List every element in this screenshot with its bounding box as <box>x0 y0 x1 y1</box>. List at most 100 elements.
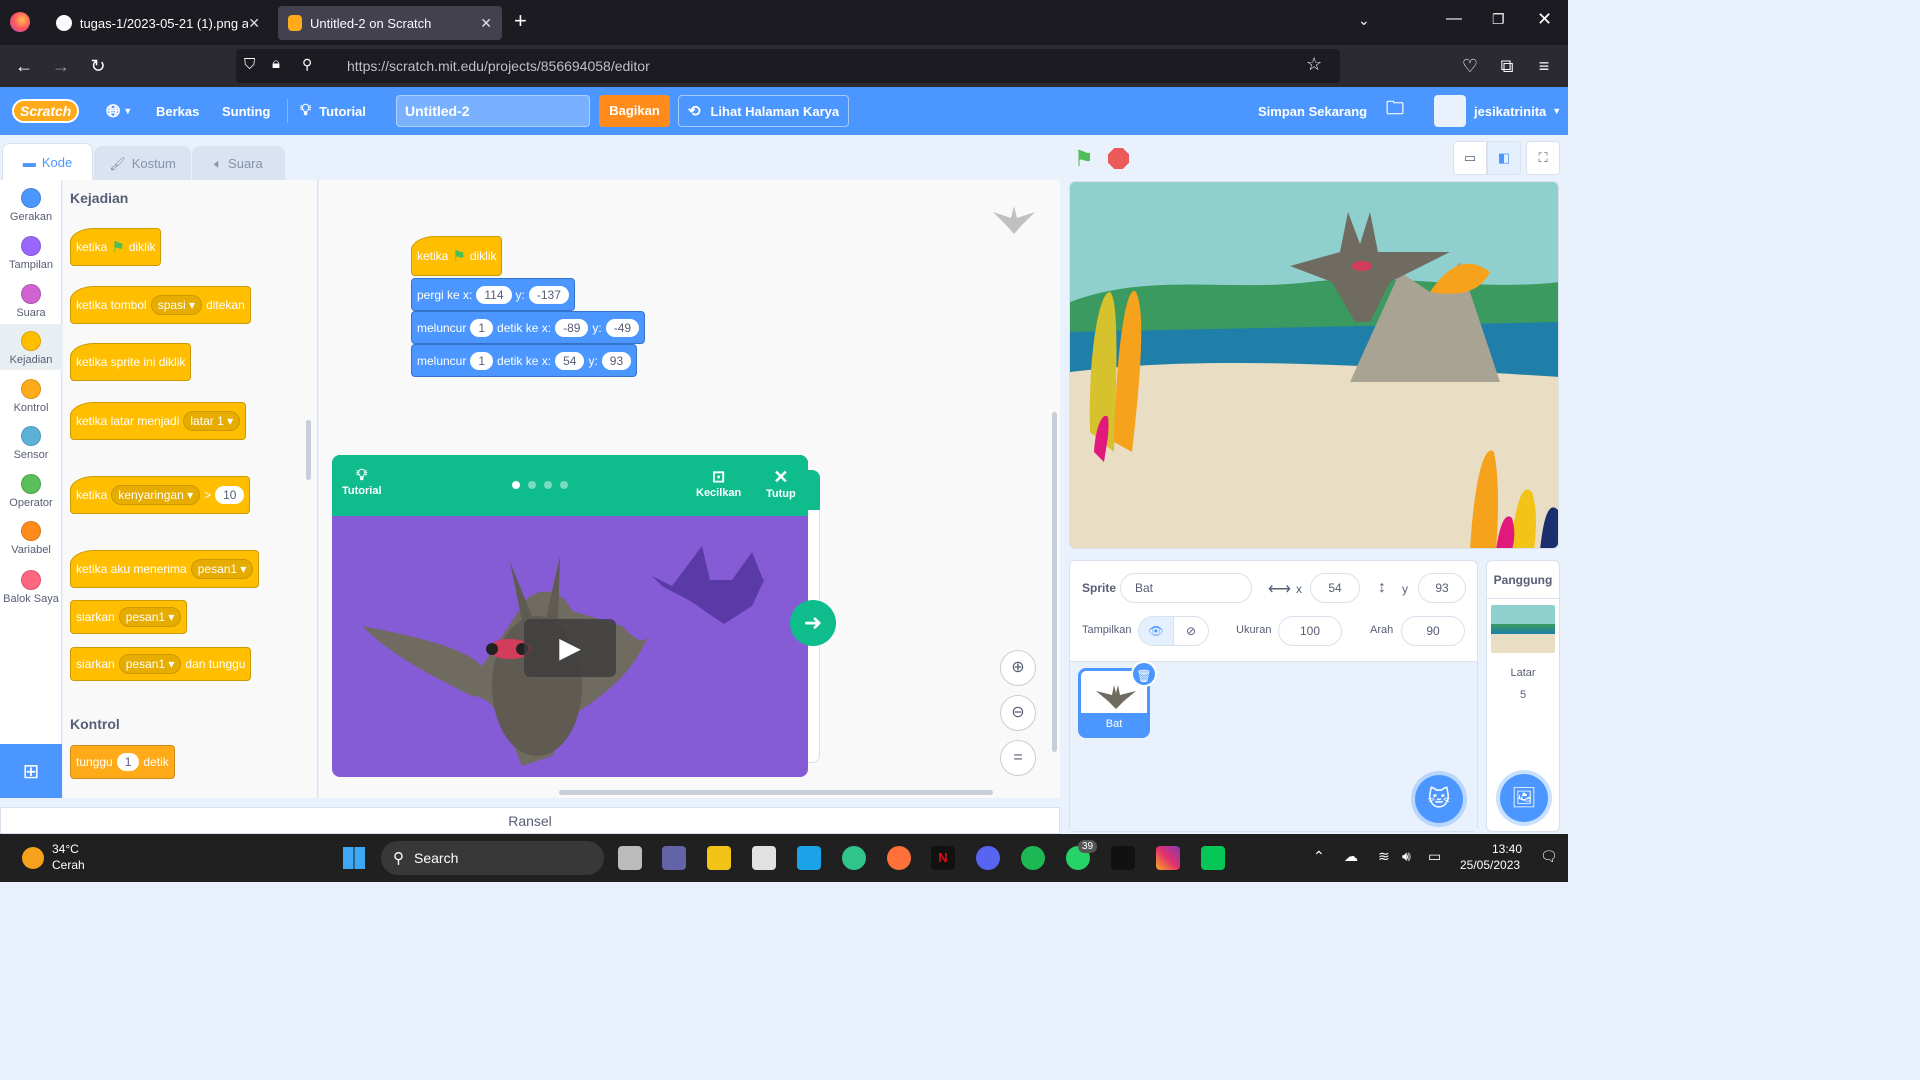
block-broadcast[interactable]: siarkan pesan1 ▾ <box>70 600 188 634</box>
message-dropdown[interactable]: pesan1 ▾ <box>118 654 182 674</box>
script-glide-1[interactable]: meluncur 1 detik ke x: -89 y: -49 <box>411 311 646 344</box>
key-dropdown[interactable]: spasi ▾ <box>150 295 203 315</box>
step-dot[interactable] <box>560 481 568 489</box>
sprite-tile-bat[interactable]: Bat 🗑︎ <box>1078 661 1157 738</box>
netflix-icon[interactable]: N <box>931 846 955 870</box>
stop-button[interactable] <box>1108 148 1129 169</box>
discord-icon[interactable] <box>976 846 1000 870</box>
show-sprite-button[interactable]: 👁︎ <box>1138 616 1174 646</box>
language-menu[interactable]: 🌐︎ ▼ <box>106 87 132 135</box>
category-control[interactable]: Kontrol <box>0 379 62 414</box>
minimize-button[interactable]: — <box>1446 10 1462 28</box>
y-input[interactable]: -49 <box>605 318 640 337</box>
url-bar[interactable]: ⛉ 🔒︎ ⚲ https://scratch.mit.edu/projects/… <box>236 49 1340 83</box>
zoom-reset-button[interactable]: = <box>1000 740 1036 776</box>
save-now-button[interactable]: Simpan Sekarang <box>1258 87 1367 135</box>
close-tutorial-button[interactable]: ✕ Tutup <box>766 467 796 500</box>
y-input[interactable]: -137 <box>528 285 569 304</box>
seconds-input[interactable]: 1 <box>470 318 494 337</box>
extensions-icon[interactable]: ⧉ <box>1489 45 1525 87</box>
tiktok-icon[interactable] <box>1111 846 1135 870</box>
share-button[interactable]: Bagikan <box>599 95 670 127</box>
block-when-loudness-greater[interactable]: ketika kenyaringan ▾ >10 <box>70 476 251 514</box>
block-when-backdrop-switches[interactable]: ketika latar menjadi latar 1 ▾ <box>70 402 247 440</box>
list-tabs-icon[interactable]: ⌄ <box>1358 12 1370 29</box>
zoom-in-button[interactable]: ⊕ <box>1000 650 1036 686</box>
block-when-receive[interactable]: ketika aku menerima pesan1 ▾ <box>70 550 260 588</box>
script-when-flag-clicked[interactable]: ketika ⚑ diklik <box>411 236 503 276</box>
choose-backdrop-button[interactable]: 🖼︎ <box>1500 774 1548 822</box>
shrink-button[interactable]: ⊡ Kecilkan <box>696 467 741 499</box>
permissions-icon[interactable]: ⚲ <box>302 56 312 73</box>
tutorial-button[interactable]: 💡︎ Tutorial <box>342 467 382 497</box>
sprite-name-input[interactable]: Bat <box>1120 573 1252 603</box>
spotify-icon[interactable] <box>1021 846 1045 870</box>
tab-costume[interactable]: 🖌︎ Kostum <box>94 146 191 181</box>
weather-sun-icon[interactable] <box>22 847 44 869</box>
clock-time[interactable]: 13:40 <box>1492 842 1522 856</box>
firefox-icon[interactable] <box>10 12 30 32</box>
category-events[interactable]: Kejadian <box>0 331 62 366</box>
value-input[interactable]: 1 <box>116 753 140 771</box>
x-input[interactable]: 54 <box>555 351 585 370</box>
category-motion[interactable]: Gerakan <box>0 188 62 223</box>
script-goto-xy[interactable]: pergi ke x: 114 y: -137 <box>411 278 575 311</box>
message-dropdown[interactable]: pesan1 ▾ <box>118 607 182 627</box>
tutorial-menu[interactable]: 💡︎ Tutorial <box>300 87 366 135</box>
browser-tab-scratch[interactable]: Untitled-2 on Scratch ✕ <box>278 6 502 40</box>
my-stuff-folder-icon[interactable]: 🗀︎ <box>1386 87 1404 135</box>
firefox-taskbar-icon[interactable] <box>887 846 911 870</box>
delete-sprite-button[interactable]: 🗑︎ <box>1131 661 1157 687</box>
file-explorer-icon[interactable] <box>707 846 731 870</box>
seconds-input[interactable]: 1 <box>470 351 494 370</box>
scratch-logo[interactable]: Scratch <box>12 87 80 135</box>
weather-temp[interactable]: 34°C <box>52 842 79 856</box>
play-button[interactable]: ▶ <box>524 619 616 677</box>
back-arrow-icon[interactable]: ← <box>6 45 42 87</box>
script-glide-2[interactable]: meluncur 1 detik ke x: 54 y: 93 <box>411 344 638 377</box>
category-looks[interactable]: Tampilan <box>0 236 62 271</box>
hide-sprite-button[interactable]: ⊘ <box>1173 616 1209 646</box>
x-input[interactable]: 54 <box>1310 573 1360 603</box>
step-dot[interactable] <box>528 481 536 489</box>
store-icon[interactable] <box>752 846 776 870</box>
close-icon[interactable]: ✕ <box>480 15 492 32</box>
edit-menu[interactable]: Sunting <box>222 87 270 135</box>
menu-icon[interactable]: ≡ <box>1526 45 1562 87</box>
y-input[interactable]: 93 <box>601 351 632 370</box>
bookmark-star-icon[interactable]: ☆ <box>1306 54 1322 75</box>
add-extension-button[interactable]: ⊞ <box>0 744 62 798</box>
message-dropdown[interactable]: pesan1 ▾ <box>190 559 254 579</box>
category-sound[interactable]: Suara <box>0 284 62 319</box>
next-step-button[interactable]: ➜ <box>790 600 836 646</box>
window-close-button[interactable]: ✕ <box>1537 9 1552 30</box>
category-sensing[interactable]: Sensor <box>0 426 62 461</box>
reload-icon[interactable]: ↻ <box>80 45 116 87</box>
x-input[interactable]: -89 <box>555 318 589 337</box>
x-input[interactable]: 114 <box>476 285 512 304</box>
workspace-horizontal-scrollbar[interactable] <box>559 790 993 795</box>
new-tab-button[interactable]: + <box>514 8 527 34</box>
value-input[interactable]: 10 <box>215 486 245 504</box>
workspace-vertical-scrollbar[interactable] <box>1052 412 1057 752</box>
browser-tab-github[interactable]: tugas-1/2023-05-21 (1).png at m ✕ <box>46 6 270 40</box>
taskbar-search[interactable]: ⚲ Search <box>381 841 604 875</box>
pocket-icon[interactable]: ♡ <box>1452 45 1488 87</box>
see-project-page-button[interactable]: ⟲ Lihat Halaman Karya <box>678 95 849 127</box>
backpack[interactable]: Ransel <box>0 807 1060 834</box>
palette-scrollbar[interactable] <box>306 420 311 480</box>
start-windows-icon[interactable] <box>343 847 365 869</box>
close-icon[interactable]: ✕ <box>248 15 260 32</box>
block-broadcast-and-wait[interactable]: siarkan pesan1 ▾ dan tunggu <box>70 647 252 681</box>
choose-sprite-button[interactable]: 🐱︎ <box>1415 775 1463 823</box>
weather-condition[interactable]: Cerah <box>52 858 85 872</box>
step-dot-active[interactable] <box>512 481 520 489</box>
backdrop-thumbnail[interactable] <box>1491 605 1555 653</box>
size-input[interactable]: 100 <box>1278 616 1342 646</box>
backdrop-dropdown[interactable]: latar 1 ▾ <box>183 411 241 431</box>
sensor-dropdown[interactable]: kenyaringan ▾ <box>111 485 201 505</box>
teams-icon[interactable] <box>662 846 686 870</box>
small-stage-button[interactable]: ▭ <box>1453 141 1487 175</box>
block-wait[interactable]: tunggu 1 detik <box>70 745 175 779</box>
category-operators[interactable]: Operator <box>0 474 62 509</box>
